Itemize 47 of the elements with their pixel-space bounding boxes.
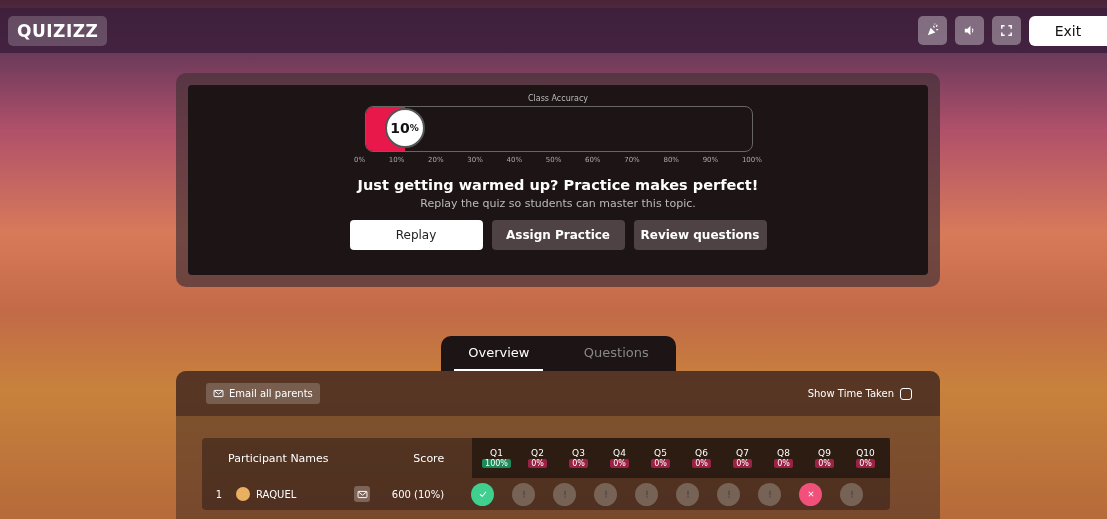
question-label: Q6 (695, 448, 708, 458)
percent-tag: 0% (528, 459, 547, 468)
fullscreen-icon (999, 23, 1014, 38)
percent-tag: 0% (692, 459, 711, 468)
subtext: Replay the quiz so students can master this topic. (420, 197, 696, 210)
question-label: Q9 (818, 448, 831, 458)
column-header: Score (412, 451, 446, 465)
question-label: Q2 (531, 448, 544, 458)
question-label: Q7 (736, 448, 749, 458)
percent-tag: 0% (856, 459, 875, 468)
score: 600 (10%) (390, 488, 446, 500)
show-time-label: Show Time Taken (807, 388, 894, 399)
speaker-button[interactable] (955, 16, 984, 45)
mail-icon (213, 388, 224, 399)
question-label: Q3 (572, 448, 585, 458)
quizizz-logo[interactable]: QUIZIZZ (8, 15, 108, 46)
action-button[interactable]: Review questions (633, 220, 767, 250)
show-time-checkbox[interactable] (900, 387, 912, 400)
avatar (236, 487, 250, 501)
tab[interactable]: Overview (454, 336, 544, 371)
replay-button[interactable]: Replay (349, 220, 483, 250)
mail-icon (356, 488, 368, 500)
percent-tag: 100% (482, 459, 511, 468)
question-label: Q4 (613, 448, 626, 458)
email-parent-button[interactable] (354, 486, 370, 502)
participant-name: RAQUEL (256, 488, 298, 500)
rank: 1 (214, 488, 224, 500)
action-button[interactable]: Assign Practice (491, 220, 625, 250)
column-header: Participant Names (227, 451, 330, 465)
confetti-button[interactable] (918, 16, 947, 45)
question-label: Q8 (777, 448, 790, 458)
fullscreen-button[interactable] (992, 16, 1021, 45)
exit-button[interactable]: Exit (1029, 15, 1107, 46)
percent-tag: 0% (815, 459, 834, 468)
percent-tag: 0% (733, 459, 752, 468)
gauge-title: Class Accuracy (527, 94, 589, 103)
confetti-icon (925, 23, 940, 38)
question-label: Q10 (856, 448, 875, 458)
percent-tag: 0% (610, 459, 629, 468)
question-label: Q1 (490, 448, 503, 458)
tab[interactable]: Questions (569, 336, 663, 371)
question-label: Q5 (654, 448, 667, 458)
percent-tag: 0% (569, 459, 588, 468)
email-parents-button[interactable]: Email all parents (206, 383, 320, 404)
percent-tag: 0% (774, 459, 793, 468)
percent-tag: 0% (651, 459, 670, 468)
headline: Just getting warmed up? Practice makes perfect! (357, 177, 759, 193)
